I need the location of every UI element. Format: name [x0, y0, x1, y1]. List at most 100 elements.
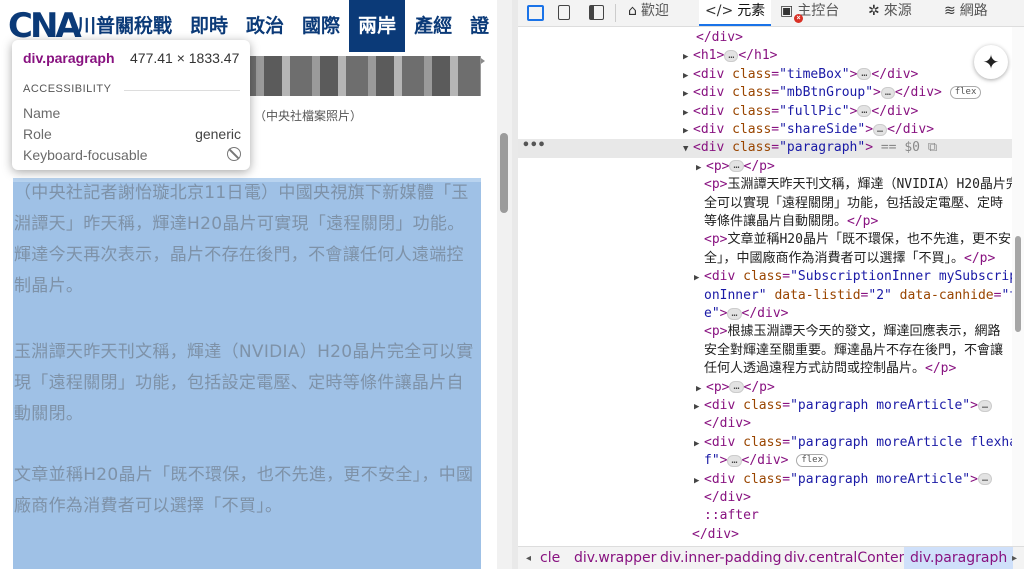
- dom-node-line[interactable]: e">… </div>: [704, 305, 1024, 323]
- dom-node-line[interactable]: ::after: [704, 507, 1024, 525]
- breadcrumb-item-selected[interactable]: div.paragraph: [904, 547, 1014, 569]
- dom-node-line[interactable]: ▶ <div class="fullPic">… </div>: [683, 103, 1024, 121]
- dom-node-line[interactable]: 全可以實現「遠程關閉」功能，包括設定電壓、定時: [704, 195, 1024, 213]
- nav-item-cross-strait[interactable]: 兩岸: [349, 0, 406, 52]
- expand-arrow-icon[interactable]: ▶: [683, 67, 693, 85]
- dom-node-line[interactable]: ▶ <div class="shareSide">… </div>: [683, 121, 1024, 139]
- tab-sources[interactable]: ✲ 來源: [868, 0, 912, 26]
- photo-caption: （中央社檔案照片）: [254, 109, 363, 123]
- tab-label: 來源: [883, 3, 912, 19]
- expand-arrow-icon[interactable]: ▶: [683, 104, 693, 122]
- devtools-panel: ⌂ 歡迎 </> 元素 ▣ 主控台 × ✲ 來源 ≋ 網路 </div> ▶ <h1>… </h…: [518, 0, 1024, 569]
- tab-welcome[interactable]: ⌂ 歡迎: [628, 0, 669, 26]
- tooltip-row-keyboard: Keyboard-focusable: [23, 147, 241, 163]
- expand-arrow-icon[interactable]: ▶: [694, 398, 704, 416]
- breadcrumb-item[interactable]: div.centralContent: [784, 547, 913, 569]
- not-allowed-icon: [227, 147, 241, 161]
- dom-node-line[interactable]: </div>: [692, 526, 1024, 544]
- inspect-element-icon[interactable]: [527, 5, 544, 21]
- tooltip-divider: [124, 90, 240, 91]
- dom-node-line[interactable]: <p>文章並稱H20晶片「既不環保，也不先進，更不安: [704, 231, 1024, 249]
- dom-node-line[interactable]: ▶ <div class="timeBox">… </div>: [683, 66, 1024, 84]
- collapse-arrow-icon[interactable]: ▼: [683, 140, 693, 158]
- expand-ellipsis-icon[interactable]: …: [727, 454, 742, 467]
- dom-node-line[interactable]: 全」，中國廠商作為消費者可以選擇「不買」。</p>: [704, 250, 1024, 268]
- page-scrollbar-thumb[interactable]: [500, 133, 508, 213]
- dom-node-line[interactable]: </div>: [696, 29, 1024, 47]
- layout-badge[interactable]: flex: [796, 454, 828, 468]
- dom-node-line[interactable]: 安全對輝達至關重要。輝達晶片不存在後門，不會讓: [704, 342, 1024, 360]
- expand-ellipsis-icon[interactable]: …: [857, 105, 872, 118]
- breadcrumb-item[interactable]: div.wrapper: [574, 547, 656, 569]
- article-paragraph: 文章並稱H20晶片「既不環保，也不先進，更不安全」，中國廠商作為消費者可以選擇「…: [14, 465, 474, 516]
- expand-ellipsis-icon[interactable]: …: [729, 160, 744, 173]
- accessibility-icon[interactable]: ✦: [974, 45, 1008, 79]
- expand-ellipsis-icon[interactable]: …: [727, 307, 742, 320]
- expand-arrow-icon[interactable]: ▶: [694, 472, 704, 490]
- dom-node-line[interactable]: onInner" data-listid="2" data-canhide="t…: [704, 287, 1024, 305]
- dom-node-line[interactable]: ▶ <div class="mbBtnGroup">… </div> flex: [683, 84, 1024, 102]
- dom-node-line[interactable]: <p>根據玉淵譚天今天的發文，輝達回應表示，網路: [704, 323, 1024, 341]
- dom-node-line[interactable]: ▶ <p>… </p>: [696, 379, 1024, 397]
- bug-icon: ✲: [868, 3, 880, 19]
- dom-node-line[interactable]: f">… </div> flex: [704, 452, 1024, 470]
- dom-tree-scrollbar-thumb[interactable]: [1015, 236, 1021, 332]
- expand-ellipsis-icon[interactable]: …: [729, 381, 744, 394]
- wifi-icon: ≋: [944, 3, 956, 19]
- expand-ellipsis-icon[interactable]: …: [977, 399, 992, 412]
- tab-elements[interactable]: </> 元素: [699, 0, 772, 26]
- console-reference-icon[interactable]: ⧉: [928, 140, 937, 155]
- dom-node-line[interactable]: ▶ <div class="paragraph moreArticle flexh…: [694, 434, 1024, 452]
- expand-ellipsis-icon[interactable]: …: [977, 473, 992, 486]
- dom-node-line[interactable]: </div>: [704, 415, 1024, 433]
- layout-badge[interactable]: flex: [949, 86, 982, 100]
- device-emulation-icon[interactable]: [558, 5, 570, 20]
- dom-node-line[interactable]: ▶ <div class="SubscriptionInner mySubscri…: [694, 268, 1024, 286]
- toggle-sidebar-icon[interactable]: [589, 5, 604, 20]
- expand-arrow-icon[interactable]: ▶: [683, 48, 693, 66]
- tooltip-value: generic: [195, 126, 241, 142]
- toolbar-separator: [615, 4, 616, 22]
- dom-tree[interactable]: </div> ▶ <h1>… </h1> ▶ <div class="timeBox">……: [518, 27, 1024, 546]
- breadcrumb-scroll-left-icon[interactable]: ◂: [526, 547, 531, 569]
- dom-node-line[interactable]: ▶ <p>… </p>: [696, 158, 1024, 176]
- expand-arrow-icon[interactable]: ▶: [683, 122, 693, 140]
- expand-ellipsis-icon[interactable]: …: [857, 68, 872, 81]
- dom-node-selected[interactable]: ▼ <div class="paragraph"> == $0 ⧉: [518, 139, 1012, 158]
- expand-arrow-icon[interactable]: ▶: [696, 380, 706, 398]
- inspect-tooltip: div.paragraph 477.41 × 1833.47 ACCESSIBI…: [12, 40, 250, 170]
- tab-label: 主控台: [797, 3, 840, 19]
- code-icon: </>: [705, 3, 734, 19]
- breadcrumb: ◂ cle div.wrapper div.inner-padding div.…: [518, 546, 1024, 569]
- expand-ellipsis-icon[interactable]: …: [873, 123, 888, 136]
- dom-node-line[interactable]: 等條件讓晶片自動關閉。</p>: [704, 213, 1024, 231]
- node-actions-icon[interactable]: •••: [522, 138, 545, 153]
- dom-node-line[interactable]: </div>: [704, 489, 1024, 507]
- expand-arrow-icon[interactable]: ▶: [694, 269, 704, 287]
- tab-network[interactable]: ≋ 網路: [944, 0, 988, 26]
- breadcrumb-scroll-right-icon[interactable]: ▸: [1012, 547, 1017, 569]
- tooltip-element-tag: div.paragraph: [23, 50, 115, 66]
- dom-node-line[interactable]: ▶ <div class="paragraph moreArticle">…: [694, 471, 1024, 489]
- nav-item-economy[interactable]: 產經: [405, 0, 461, 52]
- article-photo: [234, 56, 481, 96]
- dom-node-line[interactable]: 任何人透過遠程方式訪問或控制晶片。</p>: [704, 360, 1024, 378]
- expand-ellipsis-icon[interactable]: …: [724, 49, 739, 62]
- page-scrollbar[interactable]: [497, 0, 512, 569]
- dom-node-line[interactable]: ▶ <div class="paragraph moreArticle">…: [694, 397, 1024, 415]
- breadcrumb-item[interactable]: cle: [540, 547, 560, 569]
- expand-arrow-icon[interactable]: ▶: [696, 159, 706, 177]
- dom-node-line[interactable]: <p>玉淵譚天昨天刊文稱，輝達（NVIDIA）H20晶片完: [704, 176, 1024, 194]
- nav-item-international[interactable]: 國際: [293, 0, 349, 52]
- tab-console[interactable]: ▣ 主控台: [780, 0, 839, 26]
- expand-arrow-icon[interactable]: ▶: [683, 85, 693, 103]
- tooltip-label: Name: [23, 105, 61, 121]
- expand-ellipsis-icon[interactable]: …: [880, 86, 895, 99]
- expand-arrow-icon[interactable]: ▶: [694, 435, 704, 453]
- nav-item-securities[interactable]: 證: [461, 0, 498, 52]
- tooltip-label: Role: [23, 126, 52, 142]
- breadcrumb-item[interactable]: div.inner-padding: [660, 547, 781, 569]
- tooltip-row-name: Name: [23, 105, 241, 121]
- dom-node-line[interactable]: ▶ <h1>… </h1>: [683, 47, 1024, 65]
- console-icon: ▣: [780, 3, 794, 19]
